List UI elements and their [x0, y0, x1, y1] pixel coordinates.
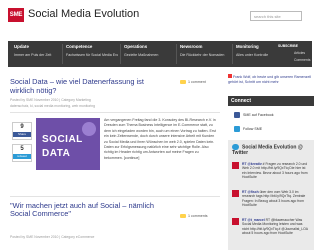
share-label: Share	[13, 132, 31, 137]
post-thumbnail[interactable]: SOCIAL DATA	[36, 118, 100, 170]
post-tags: datenschutz, ki, social media monitoring…	[10, 104, 95, 109]
tweet-text: RT @t_marcel RT @blawmaucher Was Social …	[242, 218, 310, 236]
promo-icon	[228, 74, 232, 78]
retweet-count: 5	[20, 146, 24, 152]
tweet-user: RT @t_marcel	[242, 218, 265, 222]
nav-title: Monitoring	[236, 44, 259, 49]
twitter-follow-label: Follow SME	[243, 126, 263, 131]
facebook-link[interactable]: SME auf Facebook	[234, 112, 274, 118]
twitter-title-text: Social Media Evolution @ Twitter	[232, 144, 303, 157]
avatar	[232, 162, 239, 169]
page: SME Social Media Evolution search this s…	[0, 0, 320, 250]
sidebar: Frank Wolf, ob heute und gib unseren Ram…	[228, 74, 314, 250]
tweet-item[interactable]: RT @t_marcel RT @blawmaucher Was Social …	[232, 218, 310, 248]
nav-subtitle: Fachwissen für Social Media Evolution	[66, 53, 118, 57]
twitter-follow-link[interactable]: Follow SME	[234, 126, 262, 132]
site-title[interactable]: Social Media Evolution	[28, 8, 139, 20]
main-nav: Update Immer am Puls der Zeit Competence…	[8, 41, 312, 67]
comments-link[interactable]: 1 comment	[180, 80, 206, 85]
post-title[interactable]: Social Data – wie viel Datenerfassung is…	[10, 77, 170, 95]
nav-title: Operations	[124, 44, 148, 49]
share-count: 9	[20, 124, 24, 130]
facebook-link-label: SME auf Facebook	[243, 112, 274, 117]
divider	[10, 112, 220, 113]
comment-bubble-icon	[180, 214, 186, 219]
avatar	[232, 190, 239, 197]
nav-divider	[176, 44, 177, 64]
promo-text: Frank Wolf, ob heute und gib unseren Ram…	[228, 75, 312, 84]
sidebar-promo[interactable]: Frank Wolf, ob heute und gib unseren Ram…	[228, 74, 314, 84]
main-content: Social Data – wie viel Datenerfassung is…	[10, 77, 222, 239]
tweet-text: RT @fisch über den vom Web 3.0 im resear…	[242, 190, 310, 208]
nav-title: Newsroom	[180, 44, 203, 49]
nav-title: Competence	[66, 44, 93, 49]
subscribe-articles-link[interactable]: Articles	[294, 51, 305, 55]
post-header: Social Data – wie viel Datenerfassung is…	[10, 77, 170, 109]
thumbnail-graphic-icon	[82, 122, 96, 136]
connect-heading: Connect	[228, 96, 314, 106]
nav-subtitle: Die Rückkehr der Nomaden	[180, 53, 225, 57]
nav-divider	[232, 44, 233, 64]
nav-item-competence[interactable]: Competence Fachwissen für Social Media E…	[66, 41, 118, 67]
thumbnail-text: DATA	[42, 148, 71, 159]
tweet-user: RT @kreativ	[242, 162, 262, 166]
nav-item-update[interactable]: Update Immer am Puls der Zeit	[14, 41, 60, 67]
nav-divider	[120, 44, 121, 64]
nav-item-operations[interactable]: Operations Gezielte Maßnahmen	[124, 41, 174, 67]
subscribe-label: SUBSCRIBE	[278, 44, 298, 48]
facebook-icon	[234, 112, 240, 118]
post-title[interactable]: "Wir machen jetzt auch auf Social – näml…	[10, 201, 172, 219]
tweet-item[interactable]: RT @fisch über den vom Web 3.0 im resear…	[232, 190, 310, 216]
retweet-button[interactable]: 5 retweet	[12, 144, 32, 162]
twitter-bird-icon	[232, 144, 239, 150]
nav-divider	[62, 44, 63, 64]
retweet-label: retweet	[13, 154, 31, 159]
post-excerpt: Am vergangenen Freitag fand die 3. Konso…	[104, 118, 216, 160]
avatar	[232, 218, 239, 225]
twitter-widget-title: Social Media Evolution @ Twitter	[232, 144, 314, 156]
nav-subtitle: Gezielte Maßnahmen	[124, 53, 159, 57]
nav-item-newsroom[interactable]: Newsroom Die Rückkehr der Nomaden	[180, 41, 230, 67]
divider	[10, 196, 220, 197]
comment-bubble-icon	[180, 80, 186, 85]
thumbnail-text: SOCIAL	[42, 134, 83, 145]
tweet-item[interactable]: RT @kreativ # Fragen zu research 2.0 und…	[232, 162, 310, 188]
facebook-share-button[interactable]: 9 Share	[12, 122, 32, 140]
tweet-user: RT @fisch	[242, 190, 259, 194]
twitter-widget: Social Media Evolution @ Twitter RT @kre…	[228, 140, 314, 250]
nav-subtitle: Immer am Puls der Zeit	[14, 53, 52, 57]
nav-title: Update	[14, 44, 29, 49]
comments-link[interactable]: 1 comments	[180, 214, 208, 219]
tweet-text: RT @kreativ # Fragen zu research 2.0 und…	[242, 162, 310, 180]
site-logo[interactable]: SME	[8, 8, 24, 22]
post-meta: Posted by SME November 2010 | Category e…	[10, 235, 95, 239]
search-input[interactable]: search this site	[250, 11, 302, 21]
comments-count: 1 comment	[188, 80, 206, 84]
post-meta: Posted by SME November 2010 | Category M…	[10, 98, 91, 103]
subscribe-comments-link[interactable]: Comments	[294, 58, 310, 62]
nav-subtitle: Alles unter Kontrolle	[236, 53, 269, 57]
comments-count: 1 comments	[188, 214, 208, 218]
nav-item-monitoring[interactable]: Monitoring Alles unter Kontrolle	[236, 41, 276, 67]
twitter-icon	[234, 126, 240, 132]
